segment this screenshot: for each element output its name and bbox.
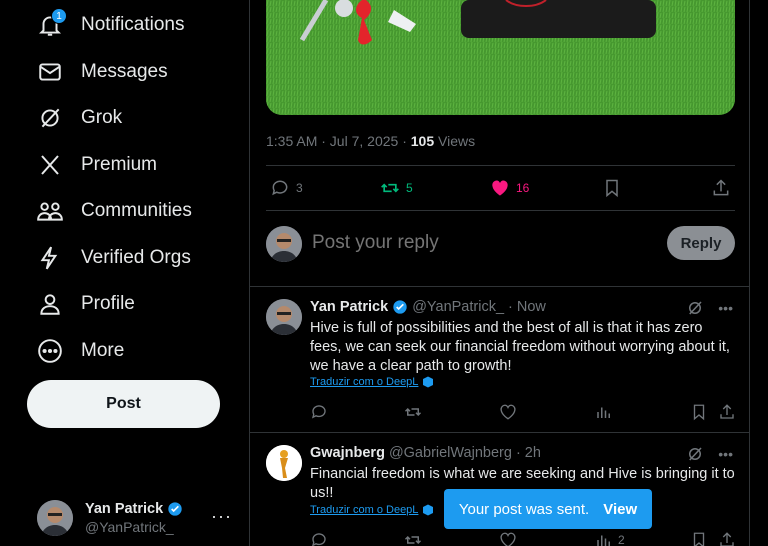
sidebar-item-label: Verified Orgs (81, 247, 191, 268)
sidebar-item-verified-orgs[interactable]: Verified Orgs (30, 238, 191, 278)
repost-icon[interactable] (404, 403, 422, 421)
avatar (37, 500, 73, 536)
toast-view-link[interactable]: View (603, 501, 637, 518)
account-handle: @YanPatrick_ (85, 519, 174, 535)
post-time: 1:35 AM · Jul 7, 2025 · (266, 133, 411, 149)
repost-icon[interactable] (404, 531, 422, 546)
repost-stat[interactable]: 5 (380, 178, 413, 198)
author-name[interactable]: Gwajnberg (310, 445, 385, 461)
divider (266, 210, 735, 211)
sidebar-item-label: More (81, 340, 125, 361)
grok-icon[interactable] (686, 299, 704, 317)
lightning-icon (30, 238, 70, 278)
reply-tweet[interactable]: Yan Patrick @YanPatrick_ · Now ••• Hive … (250, 286, 749, 432)
translate-link[interactable]: Traduzir com o DeepL (310, 504, 434, 516)
post-views-label: Views (434, 133, 476, 149)
avatar[interactable] (266, 445, 302, 481)
views-stat[interactable]: 2 (595, 531, 625, 546)
envelope-icon (30, 52, 70, 92)
translate-label: Traduzir com o DeepL (310, 376, 419, 388)
heart-icon (490, 178, 510, 198)
deepl-icon (422, 376, 434, 388)
reply-stat[interactable]: 3 (270, 178, 303, 198)
sidebar-item-more[interactable]: More (30, 331, 124, 371)
bookmark-button[interactable] (602, 178, 622, 198)
more-options-icon[interactable]: ••• (718, 446, 733, 462)
heart-icon[interactable] (499, 403, 517, 421)
translate-label: Traduzir com o DeepL (310, 504, 419, 516)
views-count: 2 (618, 533, 625, 546)
sidebar-item-grok[interactable]: Grok (30, 98, 122, 138)
people-icon (30, 191, 70, 231)
reply-button-label: Reply (680, 234, 722, 252)
more-options-icon[interactable]: ··· (211, 506, 232, 527)
heart-icon[interactable] (499, 531, 517, 546)
views-icon[interactable] (595, 403, 613, 421)
tweet-text: Hive is full of possibilities and the be… (310, 320, 730, 374)
share-button[interactable] (711, 178, 731, 198)
post-detail-column: 1:35 AM · Jul 7, 2025 · 105 Views 3 5 16… (249, 0, 750, 546)
sidebar: 1 Notifications Messages Grok Premium Co… (0, 0, 249, 546)
post-views-count: 105 (410, 133, 435, 149)
sidebar-item-label: Profile (81, 293, 135, 314)
sidebar-item-label: Notifications (81, 14, 185, 35)
verified-badge-icon (167, 501, 183, 517)
tweet-actions: 2 (310, 531, 735, 546)
reply-composer: Reply (266, 226, 735, 262)
post-media-image[interactable] (266, 0, 735, 115)
post-button[interactable]: Post (27, 380, 220, 428)
grok-icon[interactable] (686, 445, 704, 463)
sidebar-item-label: Grok (81, 107, 123, 128)
share-icon (711, 178, 731, 198)
reply-button[interactable]: Reply (667, 226, 735, 260)
bookmark-icon (602, 178, 622, 198)
author-handle[interactable]: @YanPatrick_ · Now (412, 299, 546, 315)
reply-input[interactable] (312, 232, 652, 254)
repost-count: 5 (406, 181, 413, 195)
tweet-actions (310, 403, 735, 423)
sidebar-item-label: Communities (81, 200, 192, 221)
sidebar-item-premium[interactable]: Premium (30, 145, 157, 185)
sidebar-item-communities[interactable]: Communities (30, 191, 192, 231)
share-icon[interactable] (718, 531, 736, 546)
sidebar-item-label: Messages (81, 61, 168, 82)
sidebar-item-notifications[interactable]: 1 Notifications (30, 5, 185, 45)
toast-notification: Your post was sent. View (444, 489, 652, 529)
like-stat[interactable]: 16 (490, 178, 529, 198)
repost-icon (380, 178, 400, 198)
more-options-icon[interactable]: ••• (718, 300, 733, 316)
sidebar-item-profile[interactable]: Profile (30, 284, 135, 324)
reply-icon[interactable] (310, 531, 328, 546)
notification-badge: 1 (51, 8, 67, 24)
author-name[interactable]: Yan Patrick (310, 299, 388, 315)
reply-icon[interactable] (310, 403, 328, 421)
avatar (266, 226, 302, 262)
avatar[interactable] (266, 299, 302, 335)
bookmark-icon[interactable] (690, 531, 708, 546)
divider (266, 165, 735, 166)
bookmark-icon[interactable] (690, 403, 708, 421)
verified-badge-icon (392, 299, 408, 315)
more-circle-icon (30, 331, 70, 371)
reply-count: 3 (296, 181, 303, 195)
share-icon[interactable] (718, 403, 736, 421)
translate-link[interactable]: Traduzir com o DeepL (310, 376, 434, 388)
toast-message: Your post was sent. (458, 500, 590, 518)
right-gutter (750, 0, 768, 546)
x-logo-icon (30, 145, 70, 185)
account-name: Yan Patrick (85, 501, 164, 517)
deepl-icon (422, 504, 434, 516)
grok-icon (30, 98, 70, 138)
account-switcher[interactable]: Yan Patrick @YanPatrick_ ··· (37, 498, 242, 538)
like-count: 16 (516, 181, 530, 195)
person-icon (30, 284, 70, 324)
sidebar-item-messages[interactable]: Messages (30, 52, 168, 92)
author-handle[interactable]: @GabrielWajnberg · 2h (389, 445, 541, 461)
bell-icon: 1 (30, 5, 70, 45)
reply-icon (270, 178, 290, 198)
post-timestamp: 1:35 AM · Jul 7, 2025 · 105 Views (266, 133, 475, 149)
sidebar-item-label: Premium (81, 154, 158, 175)
